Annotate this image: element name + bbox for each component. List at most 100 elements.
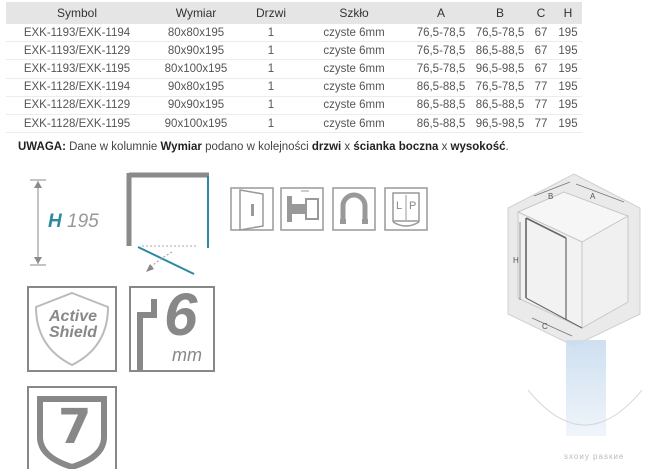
note-bold: Wymiar	[160, 141, 202, 153]
diagram-label-h: H	[513, 256, 519, 265]
table-cell: 86,5-88,5	[410, 114, 472, 134]
spec-table: Symbol Wymiar Drzwi Szkło A B C H EXK-1193/EXK-…	[6, 2, 582, 134]
table-cell: 1	[244, 78, 298, 97]
table-cell: 1	[244, 114, 298, 134]
column-header: Symbol	[6, 2, 148, 24]
table-cell: czyste 6mm	[298, 78, 410, 97]
diagram-label-a: A	[590, 192, 596, 201]
table-cell: 195	[554, 59, 582, 79]
note-bold: drzwi	[311, 141, 342, 153]
table-cell: 77	[528, 78, 554, 97]
table-cell: 67	[528, 59, 554, 79]
table-cell: 90x90x195	[148, 96, 244, 115]
column-header: Wymiar	[148, 2, 244, 24]
table-cell: czyste 6mm	[298, 114, 410, 134]
column-header: Szkło	[298, 2, 410, 24]
table-cell: 76,5-78,5	[410, 59, 472, 79]
table-cell: czyste 6mm	[298, 41, 410, 61]
table-cell: 77	[528, 96, 554, 115]
table-cell: 76,5-78,5	[410, 24, 472, 43]
warranty-number: 7	[58, 399, 92, 455]
table-cell: EXK-1193/EXK-1129	[6, 41, 148, 61]
active-shield-icon: Active Shield	[26, 285, 118, 373]
active-shield-line1: Active	[48, 308, 98, 325]
table-cell: 80x90x195	[148, 41, 244, 61]
table-cell: EXK-1128/EXK-1195	[6, 114, 148, 134]
watermark-arc	[527, 389, 643, 426]
table-cell: 96,5-98,5	[472, 59, 528, 79]
table-cell: 90x100x195	[148, 114, 244, 134]
table-cell: 1	[244, 41, 298, 61]
table-cell: 195	[554, 24, 582, 43]
table-cell: 90x80x195	[148, 78, 244, 97]
table-cell: 80x80x195	[148, 24, 244, 43]
column-header: Drzwi	[244, 2, 298, 24]
table-body: EXK-1193/EXK-1194 80x80x195 1 czyste 6mm 76,…	[6, 24, 582, 134]
note-label: UWAGA:	[18, 141, 66, 153]
note-text: UWAGA: Dane w kolumnie Wymiar podano w k…	[18, 141, 509, 153]
table-cell: 195	[554, 78, 582, 97]
warranty-icon: 7	[26, 385, 118, 474]
table-cell: 195	[554, 96, 582, 115]
table-cell: 195	[554, 114, 582, 134]
magnet-icon	[331, 186, 377, 232]
table-cell: EXK-1128/EXK-1194	[6, 78, 148, 97]
note-part: .	[505, 141, 509, 153]
table-cell: 67	[528, 24, 554, 43]
lp-right-letter: P	[409, 200, 417, 212]
table-row: EXK-1193/EXK-1194 80x80x195 1 czyste 6mm 76,…	[6, 24, 582, 43]
wall-mount-icon	[279, 186, 325, 232]
glass-number: 6	[164, 281, 198, 348]
table-cell: 80x100x195	[148, 59, 244, 79]
table-cell: czyste 6mm	[298, 96, 410, 115]
table-cell: 67	[528, 41, 554, 61]
table-row: EXK-1193/EXK-1129 80x90x195 1 czyste 6mm 76,…	[6, 41, 582, 61]
note-bold: ścianka boczna	[353, 141, 439, 153]
table-cell: 195	[554, 41, 582, 61]
table-cell: 76,5-78,5	[472, 78, 528, 97]
glass-thickness-icon: 6 mm	[128, 281, 216, 373]
column-header: C	[528, 2, 554, 24]
column-header: B	[472, 2, 528, 24]
table-row: EXK-1128/EXK-1195 90x100x195 1 czyste 6mm 86…	[6, 114, 582, 134]
table-cell: 86,5-88,5	[410, 78, 472, 97]
table-header-row: Symbol Wymiar Drzwi Szkło A B C H	[6, 2, 582, 24]
table-row: EXK-1128/EXK-1129 90x90x195 1 czyste 6mm 86,…	[6, 96, 582, 115]
height-letter: H	[48, 211, 62, 232]
watermark-text: ѕхоиу раѕкие	[564, 452, 625, 461]
diagram-label-c: C	[542, 322, 548, 331]
active-shield-line2: Shield	[48, 324, 97, 341]
table-cell: 76,5-78,5	[472, 24, 528, 43]
column-header: H	[554, 2, 582, 24]
height-value: 195	[67, 211, 99, 232]
lp-left-letter: L	[396, 200, 403, 212]
table-cell: EXK-1193/EXK-1195	[6, 59, 148, 79]
enclosure-diagram: B A H C	[504, 170, 644, 350]
table-cell: 86,5-88,5	[472, 41, 528, 61]
table-row: EXK-1128/EXK-1194 90x80x195 1 czyste 6mm 86,…	[6, 78, 582, 97]
table-cell: czyste 6mm	[298, 59, 410, 79]
height-icon: H 195	[28, 175, 108, 270]
table-cell: czyste 6mm	[298, 24, 410, 43]
note-part: podano w kolejności	[201, 141, 312, 153]
table-cell: 96,5-98,5	[472, 114, 528, 134]
table-row: EXK-1193/EXK-1195 80x100x195 1 czyste 6mm 76…	[6, 59, 582, 79]
table-cell: 1	[244, 96, 298, 115]
glass-unit: mm	[172, 345, 202, 365]
note-bold: wysokość	[450, 141, 506, 153]
note-part: x	[438, 141, 451, 153]
table-cell: 1	[244, 59, 298, 79]
note-part: x	[341, 141, 354, 153]
diagram-label-b: B	[548, 192, 554, 201]
column-header: A	[410, 2, 472, 24]
table-cell: EXK-1128/EXK-1129	[6, 96, 148, 115]
note-part: Dane w kolumnie	[65, 141, 161, 153]
table-cell: EXK-1193/EXK-1194	[6, 24, 148, 43]
door-plan-icon	[124, 170, 214, 282]
table-cell: 77	[528, 114, 554, 134]
door-handle-icon	[229, 186, 275, 232]
table-cell: 86,5-88,5	[410, 96, 472, 115]
table-cell: 86,5-88,5	[472, 96, 528, 115]
lp-reversible-icon: L P	[383, 186, 429, 232]
table-cell: 1	[244, 24, 298, 43]
